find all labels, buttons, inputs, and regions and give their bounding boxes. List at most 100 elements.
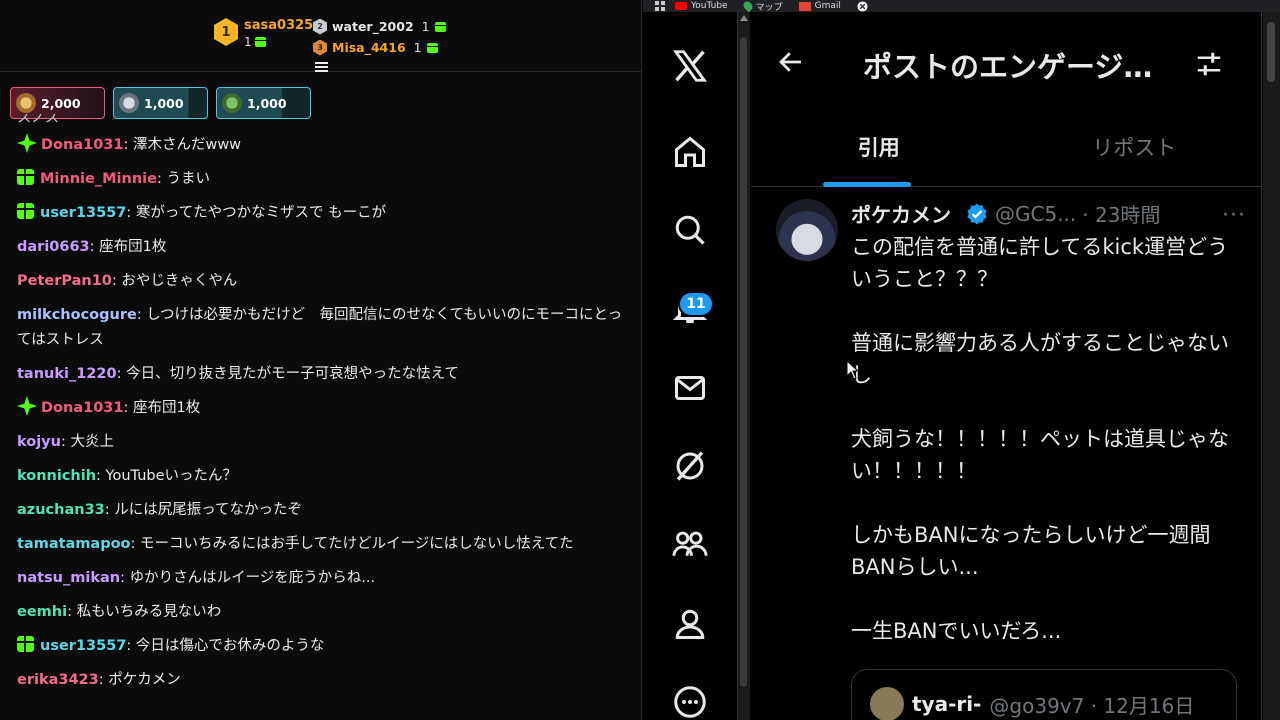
chat-message: Dona1031: 座布団1枚 <box>17 391 627 425</box>
chat-username[interactable]: PeterPan10 <box>17 273 112 289</box>
post-paragraph: 普通に影響力ある人がすることじゃないし <box>851 331 1229 387</box>
chat-message: natsu_mikan: ゆかりさんはルイージを庇うからね... <box>17 561 627 595</box>
verified-badge-icon <box>967 203 987 224</box>
chat-username[interactable]: tanuki_1220 <box>17 366 117 382</box>
post-author-name[interactable]: ポケカメン <box>851 199 951 228</box>
chat-username[interactable]: eemhi <box>17 604 67 620</box>
filter-sliders-icon[interactable] <box>1194 49 1224 83</box>
scrollbar-thumb[interactable] <box>1267 22 1275 82</box>
apps-grid-icon[interactable] <box>655 1 665 11</box>
chat-text: : うまい <box>156 170 210 187</box>
bookmarks-bar: YouTube マップ Gmail <box>643 0 1280 13</box>
page-scrollbar[interactable] <box>1263 12 1280 720</box>
post-paragraph: この配信を普通に許してるkick運営どういうこと？？？ <box>851 235 1229 291</box>
chat-message: Minnie_Minnie: うまい <box>17 162 627 196</box>
grok-icon[interactable] <box>670 446 710 486</box>
chat-username[interactable]: dari0663 <box>17 239 90 255</box>
scrollbar-thumb[interactable] <box>740 37 747 687</box>
chat-text: : 澤木さんだwww <box>123 136 242 153</box>
avatar[interactable] <box>776 199 838 261</box>
post-paragraph: しかもBANになったらしいけど一週間BANらしい... <box>851 523 1211 579</box>
scroll-up-arrow-icon[interactable] <box>740 15 748 21</box>
quoted-author-name: tya-ri- <box>912 692 982 716</box>
chat-text: : おやじきゃくやん <box>111 272 238 289</box>
rank-1-badge: 1 <box>214 18 238 46</box>
messages-icon[interactable] <box>670 368 710 408</box>
leaderboard-first[interactable]: 1 sasa0325 1 <box>214 18 313 49</box>
gift-leaderboard: 1 sasa0325 1 2 water_2002 1 3 Misa_4416 … <box>0 0 641 72</box>
chat-text: : ゆかりさんはルイージを庇うからね... <box>120 569 376 586</box>
gift-badge-icon <box>17 202 34 219</box>
post-paragraph: 犬飼うな！！！！！ペットは道具じゃない！！！！！ <box>851 427 1229 483</box>
home-icon[interactable] <box>670 132 710 172</box>
communities-icon[interactable] <box>670 524 710 564</box>
rank-3-badge: 3 <box>313 39 327 56</box>
bookmark-youtube[interactable]: YouTube <box>675 1 728 11</box>
chat-username[interactable]: Dona1031 <box>41 400 123 416</box>
page-title: ポストのエンゲージメント <box>863 50 1153 84</box>
chat-username[interactable]: user13557 <box>40 205 126 221</box>
x-logo-icon[interactable] <box>670 46 710 86</box>
post-handle[interactable]: @GC5... <box>995 202 1076 226</box>
chat-username[interactable]: milkchocogure <box>17 307 137 323</box>
notification-count-badge: 11 <box>678 291 714 317</box>
profile-icon[interactable] <box>670 604 710 644</box>
leaderboard-third[interactable]: 3 Misa_4416 1 <box>313 37 446 58</box>
pinned-gift-amount: 1,000 <box>247 95 287 111</box>
chat-username[interactable]: tamatamapoo <box>17 536 131 552</box>
search-icon[interactable] <box>670 210 710 250</box>
chat-text: : YouTubeいったん？ <box>96 467 238 484</box>
tab-reposts[interactable]: リポスト <box>1007 127 1263 186</box>
chat-message: user13557: 寒がってたやつかなミザスで もーこが <box>17 196 627 230</box>
leaderboard-third-name: Misa_4416 <box>332 40 406 55</box>
gmail-icon <box>798 1 811 11</box>
collapse-menu-icon[interactable] <box>315 62 328 72</box>
bookmark-gmail[interactable]: Gmail <box>798 1 841 11</box>
chat-username[interactable]: kojyu <box>17 434 61 450</box>
bookmark-x[interactable] <box>857 0 868 12</box>
leaderboard-second-count: 1 <box>421 19 430 34</box>
post-more-icon[interactable]: ··· <box>1222 203 1246 228</box>
quoted-post-card[interactable]: tya-ri- @go39v7 · 12月16日 <box>851 669 1237 720</box>
chat-username[interactable]: natsu_mikan <box>17 570 120 586</box>
chat-text: : 寒がってたやつかなミザスで もーこが <box>126 204 387 221</box>
avatar <box>119 93 139 113</box>
leaderboard-first-name: sasa0325 <box>244 18 314 33</box>
chat-username[interactable]: azuchan33 <box>17 502 105 518</box>
chat-username[interactable]: erika3423 <box>17 672 99 688</box>
leaderboard-second[interactable]: 2 water_2002 1 <box>313 16 446 37</box>
chat-username[interactable]: konnichih <box>17 468 96 484</box>
gift-icon <box>434 21 446 32</box>
sparkle-badge-icon <box>17 132 37 153</box>
leaderboard-others: 2 water_2002 1 3 Misa_4416 1 <box>313 16 446 58</box>
leaderboard-third-count: 1 <box>413 40 422 55</box>
tab-quotes[interactable]: 引用 <box>751 127 1007 187</box>
chat-text: : 大炎上 <box>60 433 114 450</box>
youtube-icon <box>675 2 687 10</box>
avatar <box>870 687 904 720</box>
back-arrow-icon[interactable] <box>776 47 806 81</box>
post-paragraph: 一生BANでいいだろ... <box>851 619 1062 643</box>
gift-icon <box>426 42 438 53</box>
x-main-column: ポストのエンゲージメント 引用 リポスト ポケカメン @GC5... · 23時… <box>751 12 1262 720</box>
chat-username[interactable]: Minnie_Minnie <box>40 171 157 187</box>
chat-username[interactable]: Dona1031 <box>41 137 123 153</box>
chat-username[interactable]: user13557 <box>40 638 126 654</box>
quote-post[interactable]: ポケカメン @GC5... · 23時間 ··· この配信を普通に許してるkic… <box>751 197 1262 720</box>
post-time[interactable]: · 23時間 <box>1082 199 1160 228</box>
rank-2-badge: 2 <box>313 18 327 35</box>
chat-text: : モーコいちみるにはお手してたけどルイージにはしないし怯えてた <box>130 535 574 552</box>
chat-message: erika3423: ポケカメン <box>17 663 627 697</box>
bookmark-maps[interactable]: マップ <box>741 0 783 13</box>
avatar <box>222 93 242 113</box>
x-circle-icon <box>857 0 868 12</box>
browser-window: YouTube マップ Gmail 11 ポストのエンゲージメ 引用 リポスト … <box>643 0 1280 720</box>
nav-scrollbar[interactable] <box>738 12 750 720</box>
chat-message: dari0663: 座布団1枚 <box>17 230 627 264</box>
chat-message: tamatamapoo: モーコいちみるにはお手してたけどルイージにはしないし怯… <box>17 527 627 561</box>
chat-text: : 座布団1枚 <box>123 399 201 416</box>
chat-message: eemhi: 私もいちみる見ないわ <box>17 595 627 629</box>
chat-text: : ポケカメン <box>98 671 181 688</box>
more-options-icon[interactable] <box>670 682 710 720</box>
chat-message: user13557: 今日は傷心でお休みのような <box>17 629 627 663</box>
